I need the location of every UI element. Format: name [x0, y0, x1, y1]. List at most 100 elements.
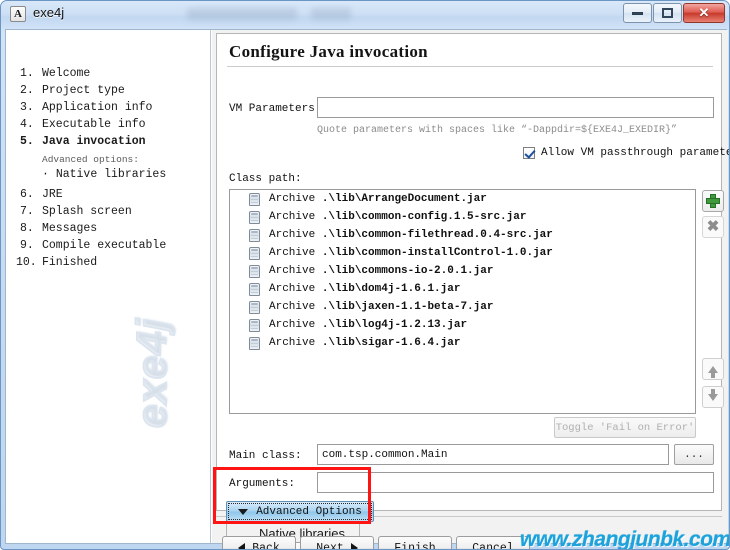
step-number: 3.: [20, 101, 34, 114]
step-number: 1.: [20, 67, 34, 80]
vm-parameters-hint: Quote parameters with spaces like “-Dapp…: [317, 125, 678, 136]
entry-kind: Archive: [269, 229, 316, 241]
archive-icon: [249, 192, 260, 206]
entry-path: .\lib\common-config.1.5-src.jar: [321, 211, 527, 223]
site-watermark: www.zhangjunbk.com: [520, 528, 730, 550]
archive-icon: [249, 228, 260, 242]
list-item[interactable]: Archive .\lib\common-filethread.0.4-src.…: [230, 226, 695, 244]
entry-path: .\lib\dom4j-1.6.1.jar: [321, 283, 461, 295]
minimize-button[interactable]: [623, 3, 652, 23]
step-number: 8.: [20, 222, 34, 235]
entry-path: .\lib\commons-io-2.0.1.jar: [321, 265, 494, 277]
arrow-up-icon: [708, 365, 718, 378]
finish-label: Finish: [394, 541, 436, 550]
exe4j-watermark: exe4j: [127, 317, 176, 429]
sidebar-item-welcome[interactable]: 1. Welcome: [20, 67, 90, 80]
entry-kind: Archive: [269, 319, 316, 331]
add-classpath-entry-button[interactable]: [702, 190, 724, 212]
list-item[interactable]: Archive .\lib\jaxen-1.1-beta-7.jar: [230, 298, 695, 316]
remove-classpath-entry-button[interactable]: ✖: [702, 216, 724, 238]
wizard-step-sidebar: 1. Welcome 2. Project type 3. Application i…: [6, 30, 211, 543]
archive-icon: [249, 210, 260, 224]
step-label: Splash screen: [42, 205, 132, 218]
main-class-input[interactable]: [317, 444, 669, 465]
next-label: Next: [316, 541, 344, 550]
sidebar-advanced-options-header: Advanced options:: [42, 154, 139, 165]
allow-passthrough-label: Allow VM passthrough parameters (e.g. -J…: [541, 147, 729, 159]
sub-item-label: Native libraries: [55, 168, 167, 181]
entry-kind: Archive: [269, 283, 316, 295]
entry-kind: Archive: [269, 211, 316, 223]
arguments-input[interactable]: [317, 472, 714, 493]
close-x-icon: ✖: [706, 218, 720, 235]
back-label: Back: [252, 541, 280, 550]
browse-main-class-button[interactable]: ...: [674, 444, 714, 465]
back-button[interactable]: Back: [222, 536, 296, 550]
step-number: 6.: [20, 188, 34, 201]
entry-kind: Archive: [269, 193, 316, 205]
finish-button[interactable]: Finish: [378, 536, 452, 550]
maximize-button[interactable]: [653, 3, 682, 23]
class-path-list[interactable]: Archive .\lib\ArrangeDocument.jar Archiv…: [229, 189, 696, 414]
arrow-right-icon: [350, 543, 358, 549]
entry-path: .\lib\log4j-1.2.13.jar: [321, 319, 468, 331]
entry-kind: Archive: [269, 247, 316, 259]
sidebar-item-java-invocation[interactable]: 5. Java invocation: [20, 135, 146, 148]
allow-passthrough-row[interactable]: Allow VM passthrough parameters (e.g. -J…: [523, 147, 729, 159]
next-button[interactable]: Next: [300, 536, 374, 550]
step-label: Messages: [42, 222, 98, 235]
step-label: Executable info: [42, 118, 146, 131]
list-item[interactable]: Archive .\lib\ArrangeDocument.jar: [230, 190, 695, 208]
list-item[interactable]: Archive .\lib\common-config.1.5-src.jar: [230, 208, 695, 226]
sidebar-item-native-libraries[interactable]: · Native libraries: [42, 168, 166, 181]
sidebar-item-jre[interactable]: 6. JRE: [20, 188, 63, 201]
class-path-label: Class path:: [229, 173, 302, 185]
close-button[interactable]: ✕: [683, 3, 725, 23]
step-label: Compile executable: [42, 239, 167, 252]
toggle-fail-on-error-button[interactable]: Toggle 'Fail on Error': [554, 417, 696, 438]
sidebar-item-project-type[interactable]: 2. Project type: [20, 84, 125, 97]
archive-icon: [249, 300, 260, 314]
advanced-options-button[interactable]: Advanced Options: [226, 501, 374, 522]
allow-passthrough-checkbox[interactable]: [523, 147, 535, 159]
list-item[interactable]: Archive .\lib\sigar-1.6.4.jar: [230, 334, 695, 352]
move-entry-up-button[interactable]: [702, 358, 724, 380]
entry-kind: Archive: [269, 337, 316, 349]
plus-icon: [706, 194, 720, 208]
arrow-left-icon: [238, 543, 246, 549]
vm-parameters-input[interactable]: [317, 97, 714, 118]
maximize-icon: [654, 4, 681, 22]
close-icon: ✕: [698, 5, 710, 20]
sidebar-item-splash-screen[interactable]: 7. Splash screen: [20, 205, 132, 218]
sidebar-item-finished[interactable]: 10. Finished: [16, 256, 97, 269]
sidebar-item-compile-executable[interactable]: 9. Compile executable: [20, 239, 166, 252]
vm-parameters-label: VM Parameters:: [229, 103, 322, 115]
move-entry-down-button[interactable]: [702, 386, 724, 408]
list-item[interactable]: Archive .\lib\commons-io-2.0.1.jar: [230, 262, 695, 280]
step-label: JRE: [42, 188, 63, 201]
list-item[interactable]: Archive .\lib\dom4j-1.6.1.jar: [230, 280, 695, 298]
sidebar-item-executable-info[interactable]: 4. Executable info: [20, 118, 146, 131]
step-label: Java invocation: [42, 135, 146, 148]
cancel-button[interactable]: Cancel: [456, 536, 530, 550]
heading-divider: [227, 66, 713, 67]
redacted-title-text-2: [311, 8, 351, 20]
entry-path: .\lib\sigar-1.6.4.jar: [321, 337, 461, 349]
bullet-icon: ·: [42, 168, 49, 181]
sidebar-item-application-info[interactable]: 3. Application info: [20, 101, 152, 114]
cancel-label: Cancel: [472, 541, 514, 550]
page-title: Configure Java invocation: [229, 42, 428, 61]
step-number: 9.: [20, 239, 34, 252]
app-icon: A: [10, 6, 26, 22]
entry-kind: Archive: [269, 301, 316, 313]
entry-path: .\lib\common-installControl-1.0.jar: [321, 247, 553, 259]
exe4j-window: A exe4j ✕ 1. Welcome 2. Project type 3. App…: [0, 0, 730, 550]
list-item[interactable]: Archive .\lib\log4j-1.2.13.jar: [230, 316, 695, 334]
client-area: 1. Welcome 2. Project type 3. Application i…: [5, 29, 729, 549]
step-label: Application info: [42, 101, 153, 114]
title-bar[interactable]: A exe4j ✕: [1, 1, 729, 28]
list-item[interactable]: Archive .\lib\common-installControl-1.0.…: [230, 244, 695, 262]
entry-path: .\lib\jaxen-1.1-beta-7.jar: [321, 301, 494, 313]
sidebar-item-messages[interactable]: 8. Messages: [20, 222, 97, 235]
entry-path: .\lib\ArrangeDocument.jar: [321, 193, 487, 205]
